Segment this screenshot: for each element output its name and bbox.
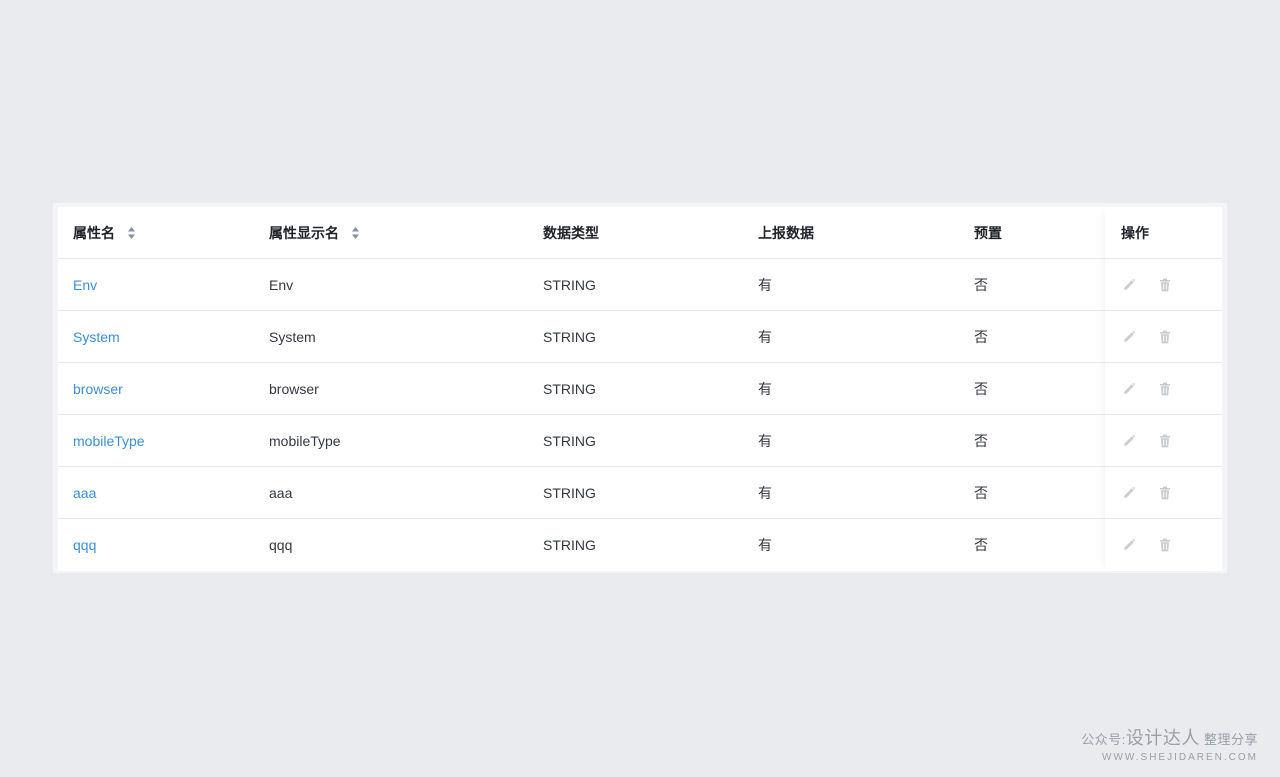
trash-icon[interactable] <box>1157 277 1173 293</box>
pencil-icon[interactable] <box>1121 485 1137 501</box>
table-row: mobileType mobileType STRING 有 否 <box>58 415 1222 467</box>
attribute-data-type: STRING <box>543 380 596 397</box>
attribute-data-type: STRING <box>543 432 596 449</box>
trash-icon[interactable] <box>1157 433 1173 449</box>
header-display-name[interactable]: 属性显示名 <box>269 207 360 258</box>
attribute-preset: 否 <box>974 328 988 345</box>
attribute-display-name: Env <box>269 276 294 293</box>
sort-icon[interactable] <box>127 226 136 240</box>
sort-icon[interactable] <box>351 226 360 240</box>
header-preset: 预置 <box>974 224 1002 241</box>
attribute-preset: 否 <box>974 484 988 501</box>
attribute-data-type: STRING <box>543 484 596 501</box>
pencil-icon[interactable] <box>1121 433 1137 449</box>
table-row: System System STRING 有 否 <box>58 311 1222 363</box>
trash-icon[interactable] <box>1157 537 1173 553</box>
trash-icon[interactable] <box>1157 485 1173 501</box>
attribute-preset: 否 <box>974 432 988 449</box>
attribute-preset: 否 <box>974 537 988 553</box>
row-actions <box>1121 467 1173 518</box>
attribute-display-name: aaa <box>269 484 293 501</box>
attribute-name-link[interactable]: browser <box>73 381 123 397</box>
row-actions <box>1121 363 1173 414</box>
attribute-data-type: STRING <box>543 276 596 293</box>
trash-icon[interactable] <box>1157 329 1173 345</box>
table-row: aaa aaa STRING 有 否 <box>58 467 1222 519</box>
attribute-name-link[interactable]: System <box>73 329 120 345</box>
attribute-data-type: STRING <box>543 537 596 553</box>
attribute-display-name: browser <box>269 380 319 397</box>
watermark-brand: 设计达人 <box>1125 728 1200 748</box>
table-card: 属性名 属性显示名 数据类型 上报数据 预置 操作 Env Env STRING 有否… <box>53 203 1227 573</box>
attribute-display-name: mobileType <box>269 432 341 449</box>
header-label: 属性显示名 <box>269 224 339 241</box>
header-attribute-name[interactable]: 属性名 <box>73 207 136 258</box>
row-actions <box>1121 519 1173 571</box>
trash-icon[interactable] <box>1157 381 1173 397</box>
row-actions <box>1121 311 1173 362</box>
table-row: qqq qqq STRING 有 否 <box>58 519 1222 571</box>
attributes-table: 属性名 属性显示名 数据类型 上报数据 预置 操作 Env Env STRING 有否… <box>58 207 1222 571</box>
attribute-reported: 有 <box>758 328 772 345</box>
attribute-name-link[interactable]: aaa <box>73 485 96 501</box>
header-label: 属性名 <box>73 224 115 241</box>
attribute-preset: 否 <box>974 380 988 397</box>
watermark-suffix: 整理分享 <box>1203 732 1258 747</box>
pencil-icon[interactable] <box>1121 277 1137 293</box>
attribute-reported: 有 <box>758 537 772 553</box>
table-row: Env Env STRING 有 否 <box>58 259 1222 311</box>
table-row: browser browser STRING 有 否 <box>58 363 1222 415</box>
attribute-preset: 否 <box>974 276 988 293</box>
attribute-reported: 有 <box>758 380 772 397</box>
table-body: Env Env STRING 有否 System System STRING 有否 browse… <box>58 259 1222 571</box>
watermark-url: WWW.SHEJIDAREN.COM <box>1102 752 1258 763</box>
attribute-data-type: STRING <box>543 328 596 345</box>
attribute-name-link[interactable]: mobileType <box>73 433 145 449</box>
header-reported: 上报数据 <box>758 224 814 241</box>
pencil-icon[interactable] <box>1121 329 1137 345</box>
pencil-icon[interactable] <box>1121 537 1137 553</box>
table-header: 属性名 属性显示名 数据类型 上报数据 预置 操作 <box>58 207 1222 259</box>
header-actions: 操作 <box>1121 224 1149 241</box>
watermark: 公众号:设计达人 整理分享 WWW.SHEJIDAREN.COM <box>1081 724 1258 763</box>
watermark-line: 公众号:设计达人 整理分享 <box>1081 724 1258 750</box>
attribute-name-link[interactable]: qqq <box>73 537 96 553</box>
row-actions <box>1121 415 1173 466</box>
attribute-reported: 有 <box>758 276 772 293</box>
watermark-prefix: 公众号: <box>1081 732 1126 747</box>
attribute-reported: 有 <box>758 432 772 449</box>
row-actions <box>1121 259 1173 310</box>
attribute-display-name: System <box>269 328 316 345</box>
attribute-reported: 有 <box>758 484 772 501</box>
header-data-type: 数据类型 <box>543 224 599 241</box>
attribute-name-link[interactable]: Env <box>73 277 97 293</box>
pencil-icon[interactable] <box>1121 381 1137 397</box>
attribute-display-name: qqq <box>269 537 293 553</box>
